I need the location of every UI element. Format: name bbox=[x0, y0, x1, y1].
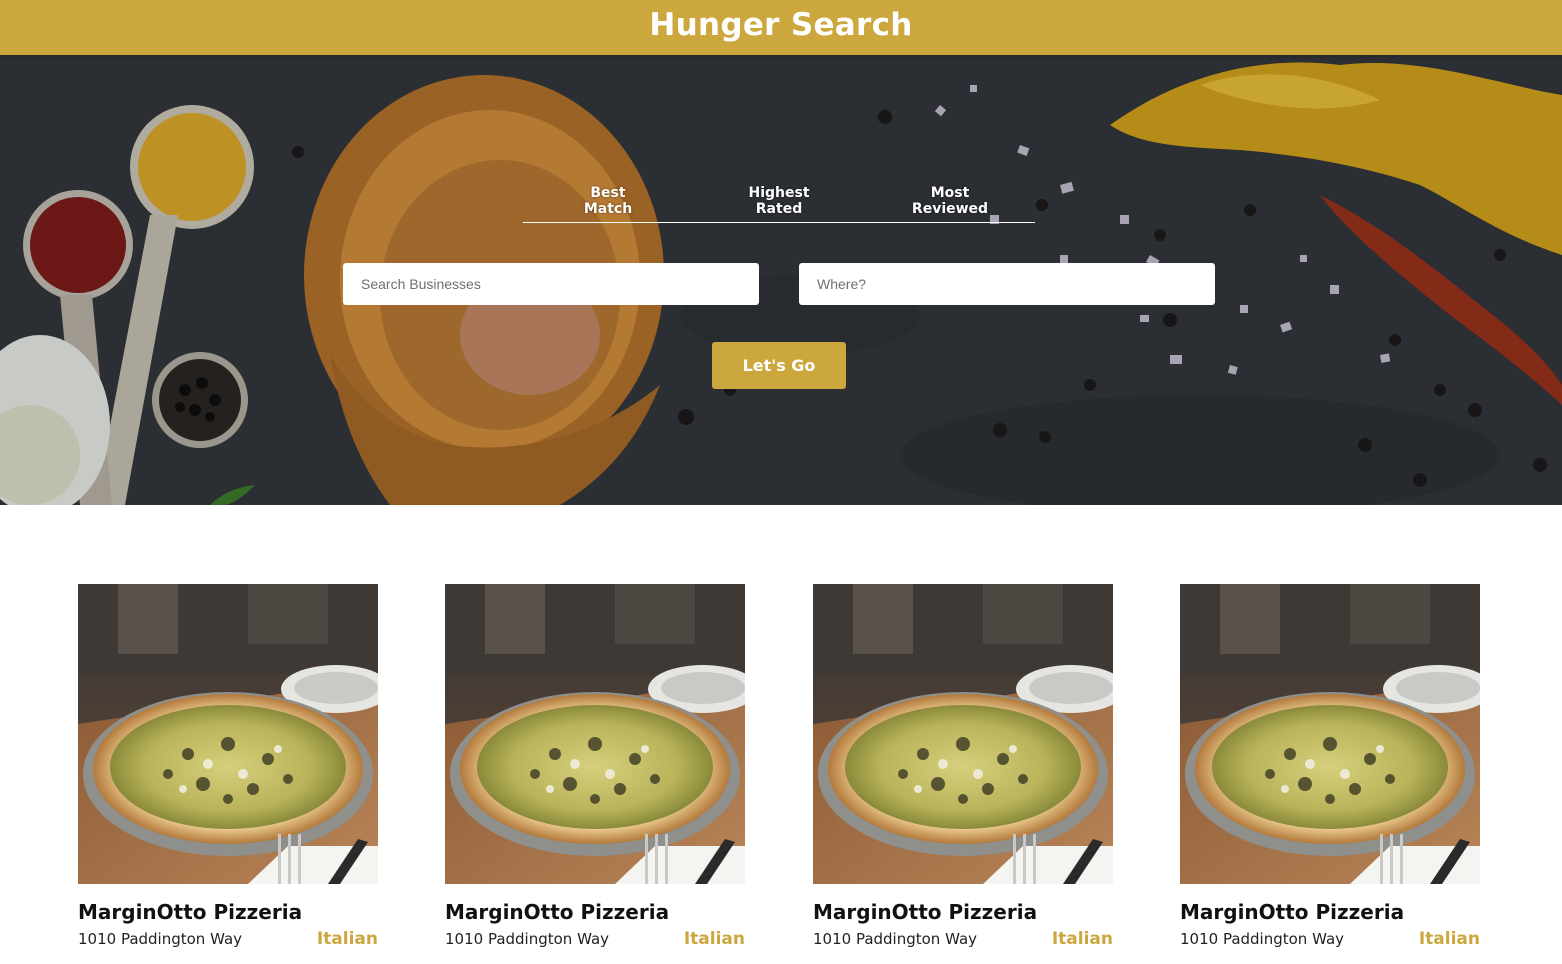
business-name[interactable]: MarginOtto Pizzeria bbox=[1180, 900, 1404, 924]
app-title: Hunger Search bbox=[649, 7, 913, 43]
business-address: 1010 Paddington Way bbox=[78, 930, 243, 948]
business-category: Italian bbox=[1051, 929, 1113, 949]
sort-option-label: Best bbox=[590, 185, 626, 201]
sort-option-label: Rated bbox=[755, 201, 803, 217]
app-header: Hunger Search bbox=[0, 0, 1562, 55]
business-address: 1010 Paddington Way bbox=[1180, 930, 1345, 948]
sort-option-best-match[interactable]: Best Match bbox=[523, 185, 693, 217]
business-category: Italian bbox=[683, 929, 745, 949]
lets-go-button[interactable]: Let's Go bbox=[712, 342, 846, 389]
business-image bbox=[813, 584, 1113, 884]
sort-options-bar: Best Match Highest Rated Most Reviewed bbox=[523, 185, 1035, 223]
business-category: Italian bbox=[1418, 929, 1480, 949]
hero-section: Best Match Highest Rated Most Reviewed L… bbox=[0, 55, 1562, 505]
business-name[interactable]: MarginOtto Pizzeria bbox=[445, 900, 669, 924]
search-businesses-input[interactable] bbox=[343, 263, 759, 305]
hero-background-image bbox=[0, 55, 1562, 505]
sort-option-label: Match bbox=[583, 201, 633, 217]
business-image bbox=[78, 584, 378, 884]
business-card[interactable]: MarginOtto Pizzeria 1010 Paddington Way … bbox=[813, 584, 1113, 964]
business-category: Italian bbox=[316, 929, 378, 949]
business-image bbox=[445, 584, 745, 884]
business-name[interactable]: MarginOtto Pizzeria bbox=[813, 900, 1037, 924]
business-card[interactable]: MarginOtto Pizzeria 1010 Paddington Way … bbox=[445, 584, 745, 964]
location-input[interactable] bbox=[799, 263, 1215, 305]
business-address: 1010 Paddington Way bbox=[445, 930, 610, 948]
business-address: 1010 Paddington Way bbox=[813, 930, 978, 948]
sort-option-highest-rated[interactable]: Highest Rated bbox=[694, 185, 864, 217]
sort-option-label: Reviewed bbox=[911, 201, 989, 217]
business-card[interactable]: MarginOtto Pizzeria 1010 Paddington Way … bbox=[78, 584, 378, 964]
sort-option-most-reviewed[interactable]: Most Reviewed bbox=[865, 185, 1035, 217]
business-name[interactable]: MarginOtto Pizzeria bbox=[78, 900, 302, 924]
sort-option-label: Most bbox=[930, 185, 970, 201]
business-card[interactable]: MarginOtto Pizzeria 1010 Paddington Way … bbox=[1180, 584, 1480, 964]
business-image bbox=[1180, 584, 1480, 884]
sort-option-label: Highest bbox=[748, 185, 810, 201]
business-list: MarginOtto Pizzeria 1010 Paddington Way … bbox=[0, 505, 1562, 949]
